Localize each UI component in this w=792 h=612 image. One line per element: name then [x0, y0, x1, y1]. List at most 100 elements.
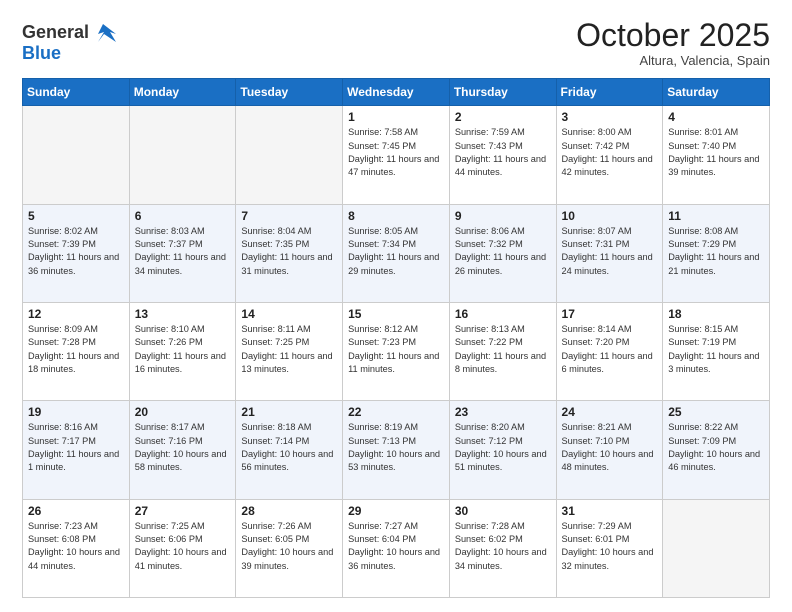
day-number: 23: [455, 405, 551, 419]
calendar-table: Sunday Monday Tuesday Wednesday Thursday…: [22, 78, 770, 598]
calendar-cell: 6 Sunrise: 8:03 AM Sunset: 7:37 PM Daylig…: [129, 204, 236, 302]
day-number: 22: [348, 405, 444, 419]
day-info: Sunrise: 8:17 AM Sunset: 7:16 PM Dayligh…: [135, 421, 231, 474]
calendar-cell: 4 Sunrise: 8:01 AM Sunset: 7:40 PM Daylig…: [663, 106, 770, 204]
day-info: Sunrise: 8:16 AM Sunset: 7:17 PM Dayligh…: [28, 421, 124, 474]
day-number: 8: [348, 209, 444, 223]
day-number: 3: [562, 110, 658, 124]
logo-bird-icon: [90, 22, 116, 44]
day-info: Sunrise: 8:02 AM Sunset: 7:39 PM Dayligh…: [28, 225, 124, 278]
day-number: 2: [455, 110, 551, 124]
calendar-cell: [23, 106, 130, 204]
day-number: 11: [668, 209, 764, 223]
calendar-cell: 7Sunrise: 8:04 AM Sunset: 7:35 PM Daylig…: [236, 204, 343, 302]
day-number: 14: [241, 307, 337, 321]
day-info: Sunrise: 8:09 AM Sunset: 7:28 PM Dayligh…: [28, 323, 124, 376]
header-saturday: Saturday: [663, 79, 770, 106]
day-info: Sunrise: 8:12 AM Sunset: 7:23 PM Dayligh…: [348, 323, 444, 376]
title-block: October 2025 Altura, Valencia, Spain: [576, 18, 770, 68]
calendar-cell: [129, 106, 236, 204]
calendar-cell: 15 Sunrise: 8:12 AM Sunset: 7:23 PM Dayli…: [343, 302, 450, 400]
day-info: Sunrise: 8:13 AM Sunset: 7:22 PM Dayligh…: [455, 323, 551, 376]
calendar-cell: 31Sunrise: 7:29 AM Sunset: 6:01 PM Dayli…: [556, 499, 663, 597]
calendar-cell: 27Sunrise: 7:25 AM Sunset: 6:06 PM Dayli…: [129, 499, 236, 597]
day-info: Sunrise: 8:14 AM Sunset: 7:20 PM Dayligh…: [562, 323, 658, 376]
header-monday: Monday: [129, 79, 236, 106]
day-number: 26: [28, 504, 124, 518]
calendar-cell: 17 Sunrise: 8:14 AM Sunset: 7:20 PM Dayli…: [556, 302, 663, 400]
calendar-week-row: 19 Sunrise: 8:16 AM Sunset: 7:17 PM Dayli…: [23, 401, 770, 499]
calendar-cell: 25 Sunrise: 8:22 AM Sunset: 7:09 PM Dayli…: [663, 401, 770, 499]
page: General Blue October 2025 Altura, Valenc…: [0, 0, 792, 612]
day-info: Sunrise: 8:04 AM Sunset: 7:35 PM Dayligh…: [241, 225, 337, 278]
logo-blue-text: Blue: [22, 43, 61, 63]
calendar-cell: 12 Sunrise: 8:09 AM Sunset: 7:28 PM Dayli…: [23, 302, 130, 400]
calendar-cell: 8Sunrise: 8:05 AM Sunset: 7:34 PM Daylig…: [343, 204, 450, 302]
header: General Blue October 2025 Altura, Valenc…: [22, 18, 770, 68]
day-info: Sunrise: 7:28 AM Sunset: 6:02 PM Dayligh…: [455, 520, 551, 573]
month-title: October 2025: [576, 18, 770, 53]
day-info: Sunrise: 8:19 AM Sunset: 7:13 PM Dayligh…: [348, 421, 444, 474]
day-number: 21: [241, 405, 337, 419]
day-number: 15: [348, 307, 444, 321]
day-info: Sunrise: 7:27 AM Sunset: 6:04 PM Dayligh…: [348, 520, 444, 573]
day-number: 25: [668, 405, 764, 419]
day-number: 10: [562, 209, 658, 223]
day-info: Sunrise: 7:26 AM Sunset: 6:05 PM Dayligh…: [241, 520, 337, 573]
day-number: 4: [668, 110, 764, 124]
day-info: Sunrise: 8:22 AM Sunset: 7:09 PM Dayligh…: [668, 421, 764, 474]
day-info: Sunrise: 8:21 AM Sunset: 7:10 PM Dayligh…: [562, 421, 658, 474]
calendar-cell: 19 Sunrise: 8:16 AM Sunset: 7:17 PM Dayli…: [23, 401, 130, 499]
day-number: 17: [562, 307, 658, 321]
calendar-cell: 2 Sunrise: 7:59 AM Sunset: 7:43 PM Daylig…: [449, 106, 556, 204]
day-info: Sunrise: 8:20 AM Sunset: 7:12 PM Dayligh…: [455, 421, 551, 474]
calendar-week-row: 26 Sunrise: 7:23 AM Sunset: 6:08 PM Dayli…: [23, 499, 770, 597]
calendar-cell: 3 Sunrise: 8:00 AM Sunset: 7:42 PM Daylig…: [556, 106, 663, 204]
day-number: 18: [668, 307, 764, 321]
logo-general-text: General: [22, 22, 89, 42]
day-number: 12: [28, 307, 124, 321]
calendar-cell: [663, 499, 770, 597]
calendar-week-row: 5 Sunrise: 8:02 AM Sunset: 7:39 PM Daylig…: [23, 204, 770, 302]
day-number: 6: [135, 209, 231, 223]
calendar-cell: 29 Sunrise: 7:27 AM Sunset: 6:04 PM Dayli…: [343, 499, 450, 597]
day-number: 13: [135, 307, 231, 321]
day-number: 29: [348, 504, 444, 518]
day-info: Sunrise: 8:03 AM Sunset: 7:37 PM Dayligh…: [135, 225, 231, 278]
calendar-cell: 9 Sunrise: 8:06 AM Sunset: 7:32 PM Daylig…: [449, 204, 556, 302]
calendar-cell: 16Sunrise: 8:13 AM Sunset: 7:22 PM Dayli…: [449, 302, 556, 400]
calendar-cell: 18 Sunrise: 8:15 AM Sunset: 7:19 PM Dayli…: [663, 302, 770, 400]
day-info: Sunrise: 8:06 AM Sunset: 7:32 PM Dayligh…: [455, 225, 551, 278]
header-sunday: Sunday: [23, 79, 130, 106]
calendar-cell: 11 Sunrise: 8:08 AM Sunset: 7:29 PM Dayli…: [663, 204, 770, 302]
day-info: Sunrise: 8:01 AM Sunset: 7:40 PM Dayligh…: [668, 126, 764, 179]
calendar-cell: 1Sunrise: 7:58 AM Sunset: 7:45 PM Daylig…: [343, 106, 450, 204]
day-info: Sunrise: 8:18 AM Sunset: 7:14 PM Dayligh…: [241, 421, 337, 474]
calendar-cell: 23 Sunrise: 8:20 AM Sunset: 7:12 PM Dayli…: [449, 401, 556, 499]
day-info: Sunrise: 7:25 AM Sunset: 6:06 PM Dayligh…: [135, 520, 231, 573]
day-info: Sunrise: 7:29 AM Sunset: 6:01 PM Dayligh…: [562, 520, 658, 573]
calendar-cell: 14Sunrise: 8:11 AM Sunset: 7:25 PM Dayli…: [236, 302, 343, 400]
day-number: 1: [348, 110, 444, 124]
day-number: 9: [455, 209, 551, 223]
day-number: 5: [28, 209, 124, 223]
calendar-cell: 5 Sunrise: 8:02 AM Sunset: 7:39 PM Daylig…: [23, 204, 130, 302]
day-info: Sunrise: 8:00 AM Sunset: 7:42 PM Dayligh…: [562, 126, 658, 179]
day-number: 19: [28, 405, 124, 419]
header-tuesday: Tuesday: [236, 79, 343, 106]
calendar-cell: 30Sunrise: 7:28 AM Sunset: 6:02 PM Dayli…: [449, 499, 556, 597]
day-number: 20: [135, 405, 231, 419]
calendar-week-row: 12 Sunrise: 8:09 AM Sunset: 7:28 PM Dayli…: [23, 302, 770, 400]
day-info: Sunrise: 8:10 AM Sunset: 7:26 PM Dayligh…: [135, 323, 231, 376]
day-info: Sunrise: 7:59 AM Sunset: 7:43 PM Dayligh…: [455, 126, 551, 179]
day-info: Sunrise: 7:23 AM Sunset: 6:08 PM Dayligh…: [28, 520, 124, 573]
day-info: Sunrise: 8:08 AM Sunset: 7:29 PM Dayligh…: [668, 225, 764, 278]
header-friday: Friday: [556, 79, 663, 106]
location-subtitle: Altura, Valencia, Spain: [576, 53, 770, 68]
calendar-cell: 20 Sunrise: 8:17 AM Sunset: 7:16 PM Dayli…: [129, 401, 236, 499]
day-info: Sunrise: 8:15 AM Sunset: 7:19 PM Dayligh…: [668, 323, 764, 376]
day-number: 28: [241, 504, 337, 518]
calendar-cell: 13 Sunrise: 8:10 AM Sunset: 7:26 PM Dayli…: [129, 302, 236, 400]
header-thursday: Thursday: [449, 79, 556, 106]
day-info: Sunrise: 8:07 AM Sunset: 7:31 PM Dayligh…: [562, 225, 658, 278]
